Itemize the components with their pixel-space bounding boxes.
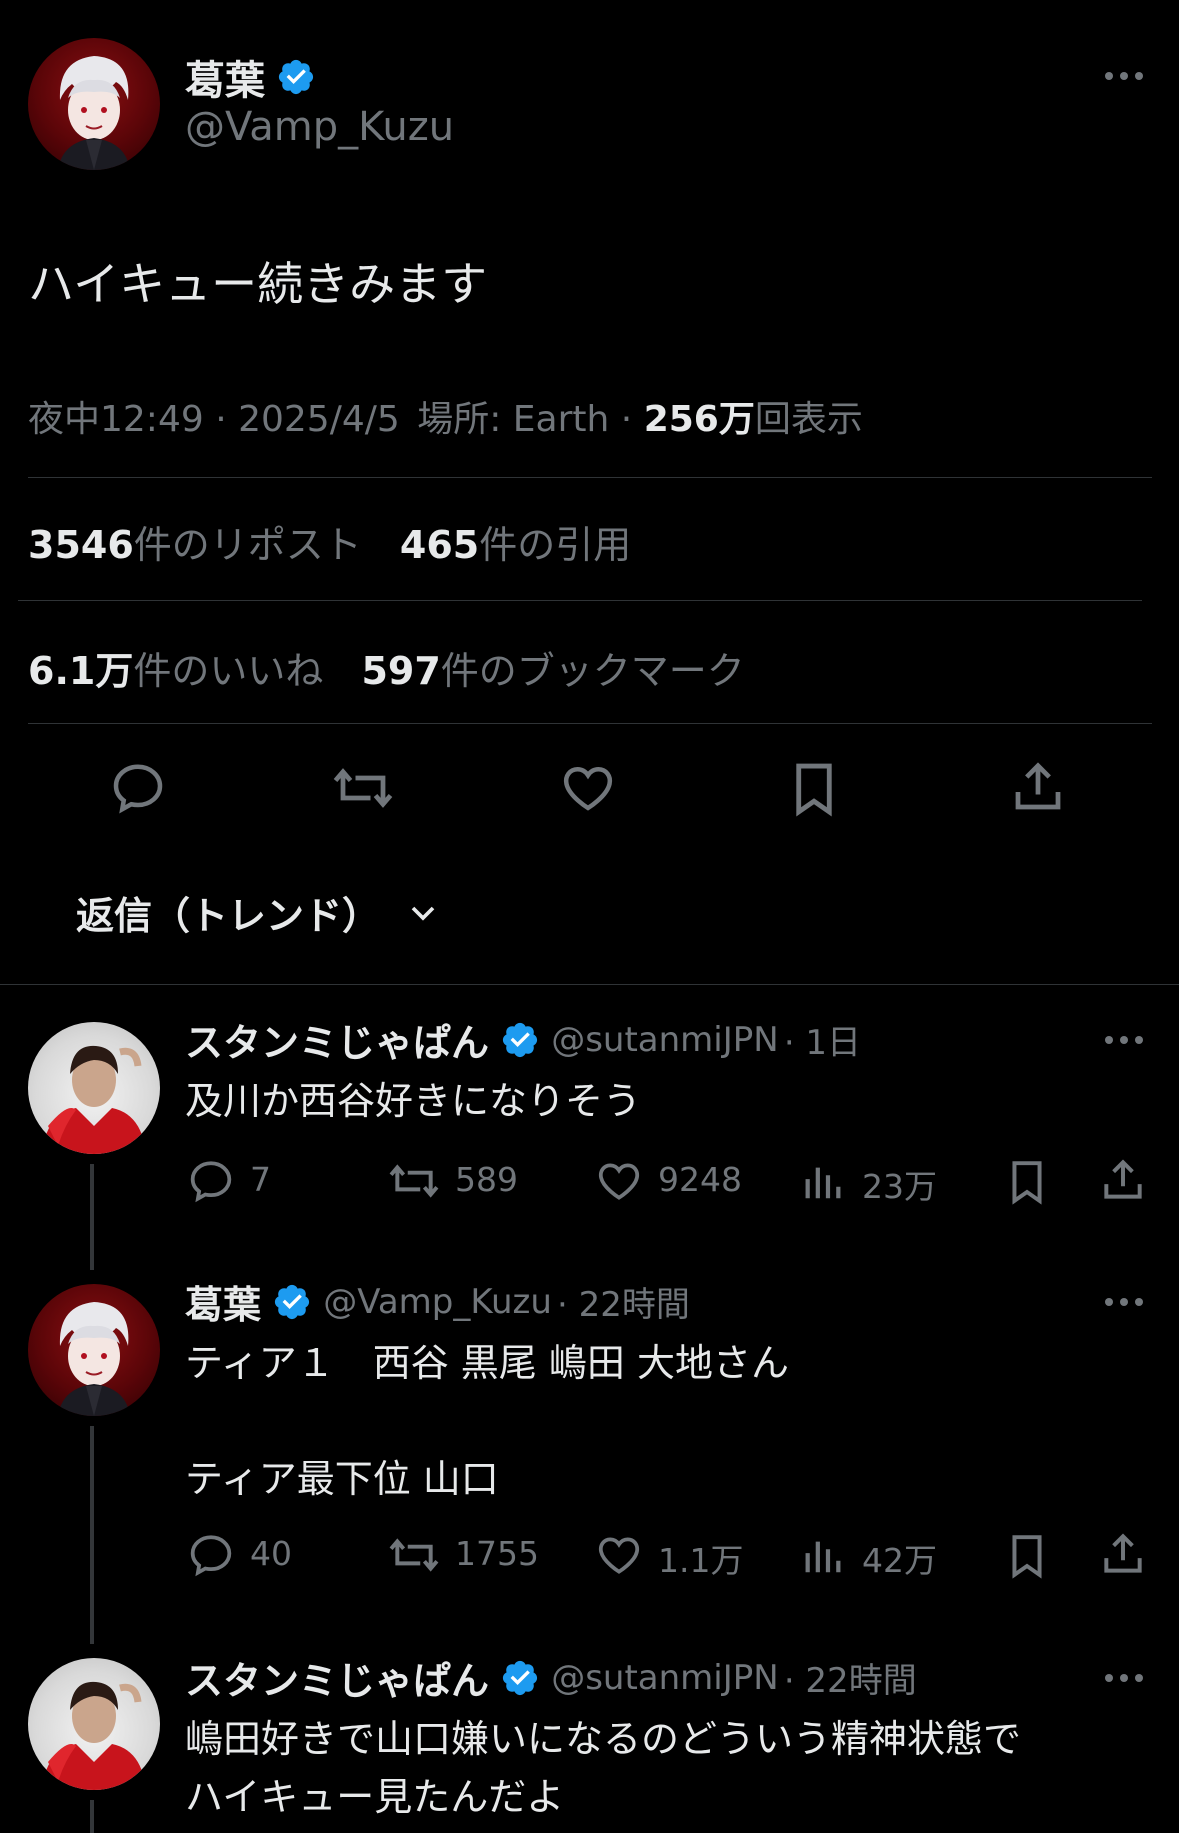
- repost-icon[interactable]: [386, 1530, 442, 1580]
- reply-time[interactable]: · 22時間: [784, 1661, 917, 1701]
- reposts-stat[interactable]: 3546件のリポスト: [28, 523, 362, 567]
- reply-header: スタンミじゃぱん @sutanmiJPN · 22時間: [185, 1650, 917, 1706]
- verified-badge-icon: [275, 1284, 310, 1319]
- views-icon[interactable]: [800, 1156, 846, 1206]
- author-avatar[interactable]: [28, 38, 160, 170]
- reply-time[interactable]: · 1日: [784, 1023, 861, 1063]
- author-name[interactable]: 葛葉: [185, 58, 265, 104]
- reply-header: スタンミじゃぱん @sutanmiJPN · 1日: [185, 1012, 861, 1068]
- reply-text-line: ティア１ 西谷 黒尾 嶋田 大地さん: [185, 1341, 789, 1385]
- verified-badge-icon: [503, 1660, 538, 1695]
- avatar-sutanmi-image: [42, 1045, 146, 1154]
- reply-author-handle[interactable]: @Vamp_Kuzu: [323, 1282, 552, 1322]
- repost-quote-stats: 3546件のリポスト 465件の引用: [28, 514, 631, 569]
- views-count: 256万: [643, 399, 755, 440]
- share-icon[interactable]: [1098, 1154, 1148, 1206]
- reply-text-line: 嶋田好きで山口嫌いになるのどういう精神状態で: [185, 1717, 1022, 1761]
- views-count: 23万: [862, 1167, 937, 1206]
- views-icon[interactable]: [800, 1530, 846, 1580]
- verified-badge-icon: [279, 59, 314, 95]
- reply-author-name[interactable]: スタンミじゃぱん: [185, 1021, 489, 1065]
- thread-line: [90, 1164, 94, 1270]
- reply-author-handle[interactable]: @sutanmiJPN: [551, 1020, 779, 1060]
- reply-count: 40: [250, 1534, 292, 1573]
- meta-separator: ·: [203, 399, 239, 440]
- reply-text: ティア１ 西谷 黒尾 嶋田 大地さん ティア最下位 山口: [185, 1334, 789, 1508]
- reply-icon[interactable]: [186, 1530, 236, 1580]
- verified-badge-icon: [503, 1022, 538, 1057]
- replies-sort-label: 返信（トレンド）: [76, 894, 381, 938]
- reply-avatar[interactable]: [28, 1022, 160, 1154]
- quotes-stat[interactable]: 465件の引用: [400, 523, 631, 567]
- tweet-text: ハイキュー続きみます: [28, 257, 488, 311]
- reply-avatar[interactable]: [28, 1284, 160, 1416]
- avatar-vamp-image: [58, 1302, 130, 1416]
- reply-text-line: [185, 1392, 789, 1450]
- thread-line: [90, 1426, 94, 1644]
- bookmark-icon[interactable]: [1004, 1156, 1050, 1208]
- author-handle[interactable]: @Vamp_Kuzu: [185, 104, 454, 150]
- repost-count: 1755: [455, 1534, 539, 1573]
- bookmark-icon[interactable]: [786, 758, 842, 820]
- reply-time[interactable]: · 22時間: [557, 1285, 690, 1325]
- like-count: 1.1万: [658, 1541, 744, 1580]
- reply-author-handle[interactable]: @sutanmiJPN: [551, 1658, 779, 1698]
- reply-text-line: 及川か西谷好きになりそう: [185, 1079, 642, 1123]
- more-options-icon[interactable]: [1102, 62, 1146, 90]
- more-options-icon[interactable]: [1102, 1026, 1146, 1054]
- reply-header: 葛葉 @Vamp_Kuzu · 22時間: [185, 1274, 690, 1330]
- share-icon[interactable]: [1008, 756, 1068, 818]
- share-icon[interactable]: [1098, 1528, 1148, 1580]
- reply-icon[interactable]: [186, 1156, 236, 1206]
- reply-icon[interactable]: [108, 758, 168, 818]
- repost-count: 589: [455, 1160, 518, 1199]
- divider: [28, 723, 1152, 724]
- chevron-down-icon: [411, 906, 435, 921]
- likes-stat[interactable]: 6.1万件のいいね: [28, 649, 323, 693]
- views-count: 42万: [862, 1541, 937, 1580]
- like-count: 9248: [658, 1160, 742, 1199]
- avatar-vamp-image: [58, 56, 130, 170]
- divider: [28, 477, 1152, 478]
- reply-author-name[interactable]: スタンミじゃぱん: [185, 1659, 489, 1703]
- reply-text-line: ハイキュー見たんだよ: [185, 1775, 565, 1819]
- avatar-sutanmi-image: [42, 1681, 146, 1790]
- author-name-row: 葛葉: [185, 48, 316, 104]
- views-label: 回表示: [754, 399, 863, 440]
- repost-icon[interactable]: [386, 1156, 442, 1206]
- replies-sort-dropdown[interactable]: 返信（トレンド）: [76, 885, 443, 940]
- reply-count: 7: [250, 1160, 271, 1199]
- tweet-date[interactable]: 2025/4/5: [238, 399, 400, 440]
- like-icon[interactable]: [594, 1530, 644, 1580]
- thread-line: [90, 1800, 94, 1833]
- repost-icon[interactable]: [330, 758, 396, 818]
- like-bookmark-stats: 6.1万件のいいね 597件のブックマーク: [28, 640, 745, 695]
- divider: [0, 984, 1179, 985]
- more-options-icon[interactable]: [1102, 1288, 1146, 1316]
- meta-separator: ·: [609, 399, 644, 440]
- tweet-meta: 夜中12:49 · 2025/4/5 場所: Earth · 256万回表示: [28, 390, 863, 442]
- like-icon[interactable]: [594, 1156, 644, 1206]
- like-icon[interactable]: [558, 758, 618, 818]
- more-options-icon[interactable]: [1102, 1664, 1146, 1692]
- bookmarks-stat[interactable]: 597件のブックマーク: [361, 649, 744, 693]
- reply-avatar[interactable]: [28, 1658, 160, 1790]
- reply-text: 及川か西谷好きになりそう: [185, 1072, 641, 1130]
- reply-author-name[interactable]: 葛葉: [185, 1283, 261, 1327]
- tweet-location: 場所: Earth: [417, 399, 610, 440]
- tweet-time[interactable]: 夜中12:49: [28, 399, 204, 440]
- divider: [18, 600, 1142, 601]
- reply-text: 嶋田好きで山口嫌いになるのどういう精神状態で ハイキュー見たんだよ: [185, 1710, 1021, 1826]
- bookmark-icon[interactable]: [1004, 1530, 1050, 1582]
- reply-text-line: ティア最下位 山口: [185, 1457, 499, 1501]
